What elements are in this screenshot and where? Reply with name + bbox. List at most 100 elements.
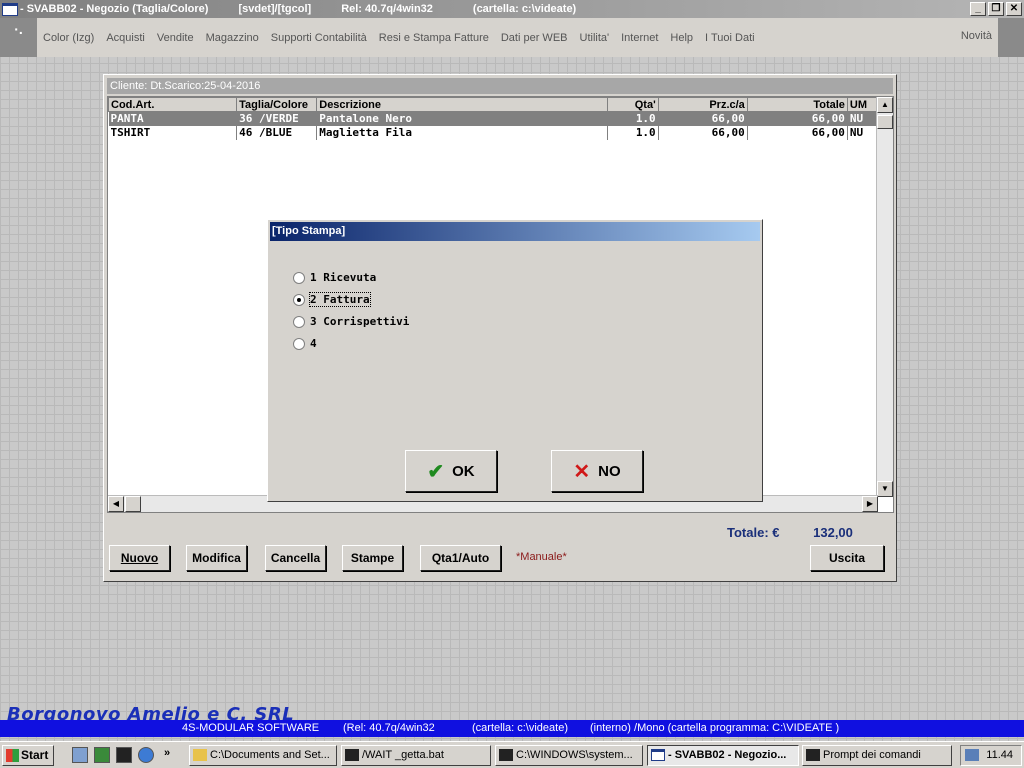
console-icon: [806, 749, 820, 761]
qta-auto-label: Qta1/Auto: [431, 551, 490, 565]
network-icon[interactable]: [965, 749, 979, 761]
nuovo-button[interactable]: Nuovo: [109, 545, 170, 571]
menu-dati-per-web[interactable]: Dati per WEB: [495, 32, 574, 44]
cell-qta: 1.0: [607, 111, 659, 126]
menu-color[interactable]: Color (Izg): [37, 32, 100, 44]
scroll-thumb[interactable]: [877, 115, 893, 129]
cliente-header: Cliente: Dt.Scarico:25-04-2016: [107, 78, 893, 94]
menu-tuoi-dati[interactable]: I Tuoi Dati: [699, 32, 761, 44]
col-cod-art[interactable]: Cod.Art.: [107, 97, 238, 112]
taskbar: Start » C:\Documents and Set... /WAIT _g…: [0, 741, 1024, 768]
modifica-label: Modifica: [192, 551, 241, 565]
cell-descr: Pantalone Nero: [316, 111, 608, 126]
status-bar: 4S-MODULAR SOFTWARE (Rel: 40.7q/4win32 (…: [0, 720, 1024, 737]
task-label: - SVABB02 - Negozio...: [668, 749, 787, 761]
col-totale[interactable]: Totale: [746, 97, 848, 112]
quicklaunch-desktop-icon[interactable]: [72, 747, 88, 763]
col-um[interactable]: UM: [846, 97, 879, 112]
scroll-up-icon[interactable]: ▲: [877, 97, 893, 113]
quicklaunch-ie-icon[interactable]: [138, 747, 154, 763]
radio-option-fattura[interactable]: 2 Fattura: [293, 292, 371, 307]
task-svabb02[interactable]: - SVABB02 - Negozio...: [647, 745, 799, 766]
totale-display: Totale: € 132,00: [727, 525, 853, 540]
cancella-label: Cancella: [270, 551, 321, 565]
menu-internet[interactable]: Internet: [615, 32, 664, 44]
radio-button[interactable]: [293, 315, 305, 328]
modifica-button[interactable]: Modifica: [186, 545, 247, 571]
cell-taglia: 46 /BLUE: [236, 125, 318, 140]
menu-novita[interactable]: Novità: [961, 30, 992, 42]
dialog-title: [Tipo Stampa]: [270, 222, 760, 241]
nuovo-label: Nuovo: [120, 551, 159, 565]
scroll-right-icon[interactable]: ▶: [862, 496, 878, 512]
window-release: Rel: 40.7q/4win32: [341, 3, 433, 15]
totale-value: 132,00: [813, 525, 853, 540]
radio-option-4[interactable]: 4: [293, 337, 317, 350]
task-label: C:\Documents and Set...: [210, 749, 330, 761]
minimize-button[interactable]: _: [970, 2, 986, 16]
cancella-button[interactable]: Cancella: [265, 545, 326, 571]
totale-label: Totale: €: [727, 525, 780, 540]
menu-vendite[interactable]: Vendite: [151, 32, 200, 44]
no-label: NO: [598, 462, 621, 480]
ok-button[interactable]: ✔ OK: [405, 450, 497, 492]
menu-help[interactable]: Help: [664, 32, 699, 44]
clock[interactable]: 11.44: [986, 749, 1013, 761]
cell-um: NU: [847, 111, 879, 126]
hscroll-thumb[interactable]: [125, 496, 141, 512]
col-taglia-colore[interactable]: Taglia/Colore: [236, 97, 318, 112]
menu-utilita[interactable]: Utilita': [574, 32, 616, 44]
cross-icon: ✕: [573, 460, 591, 483]
menu-handle-icon[interactable]: ·.: [0, 18, 37, 57]
scroll-down-icon[interactable]: ▼: [877, 481, 893, 497]
cell-qta: 1.0: [607, 125, 659, 140]
cell-prz: 66,00: [658, 125, 748, 140]
cell-cod: PANTA: [108, 111, 238, 126]
radio-button[interactable]: [293, 271, 305, 284]
task-explorer[interactable]: C:\Documents and Set...: [189, 745, 337, 766]
radio-option-corrispettivi[interactable]: 3 Corrispettivi: [293, 315, 409, 328]
app-window-icon: [2, 2, 18, 16]
radio-option-ricevuta[interactable]: 1 Ricevuta: [293, 271, 376, 284]
table-row[interactable]: TSHIRT 46 /BLUE Maglietta Fila 1.0 66,00…: [108, 125, 879, 140]
status-release: (Rel: 40.7q/4win32: [343, 722, 435, 734]
col-descrizione[interactable]: Descrizione: [316, 97, 608, 112]
task-label: /WAIT _getta.bat: [362, 749, 444, 761]
cell-prz: 66,00: [658, 111, 748, 126]
ok-label: OK: [452, 462, 475, 480]
quicklaunch-cmd-icon[interactable]: [116, 747, 132, 763]
close-button[interactable]: ✕: [1006, 2, 1022, 16]
qta-auto-button[interactable]: Qta1/Auto: [420, 545, 501, 571]
uscita-button[interactable]: Uscita: [810, 545, 884, 571]
menu-supporti-contabilita[interactable]: Supporti Contabilità: [265, 32, 373, 44]
no-button[interactable]: ✕ NO: [551, 450, 643, 492]
window-titlebar: - SVABB02 - Negozio (Taglia/Colore) [svd…: [0, 0, 1024, 18]
stampe-button[interactable]: Stampe: [342, 545, 403, 571]
restore-button[interactable]: ❐: [988, 2, 1004, 16]
scroll-left-icon[interactable]: ◀: [108, 496, 124, 512]
menu-resi-stampa-fatture[interactable]: Resi e Stampa Fatture: [373, 32, 495, 44]
radio-label: 4: [310, 337, 317, 350]
status-interno: (interno) /Mono (cartella programma: C:\…: [590, 722, 840, 734]
menu-bar: ·. Color (Izg) Acquisti Vendite Magazzin…: [0, 18, 1024, 57]
menu-acquisti[interactable]: Acquisti: [100, 32, 151, 44]
system-tray: 11.44: [960, 745, 1022, 766]
manuale-indicator: *Manuale*: [516, 551, 567, 563]
col-qta[interactable]: Qta': [606, 97, 659, 112]
windows-flag-icon: [6, 749, 19, 762]
menu-magazzino[interactable]: Magazzino: [200, 32, 265, 44]
radio-button-selected[interactable]: [293, 293, 305, 306]
vertical-scrollbar[interactable]: ▲ ▼: [876, 97, 893, 497]
table-row[interactable]: PANTA 36 /VERDE Pantalone Nero 1.0 66,00…: [108, 111, 879, 126]
task-prompt[interactable]: Prompt dei comandi: [802, 745, 952, 766]
quicklaunch-excel-icon[interactable]: [94, 747, 110, 763]
task-wait-bat[interactable]: /WAIT _getta.bat: [341, 745, 491, 766]
col-prz[interactable]: Prz.c/a: [657, 97, 748, 112]
table-header-row: Cod.Art. Taglia/Colore Descrizione Qta' …: [107, 97, 879, 112]
cell-um: NU: [847, 125, 879, 140]
start-button[interactable]: Start: [2, 745, 54, 766]
quicklaunch-more-icon[interactable]: »: [164, 747, 170, 759]
radio-button[interactable]: [293, 337, 305, 350]
task-system-console[interactable]: C:\WINDOWS\system...: [495, 745, 643, 766]
console-icon: [499, 749, 513, 761]
